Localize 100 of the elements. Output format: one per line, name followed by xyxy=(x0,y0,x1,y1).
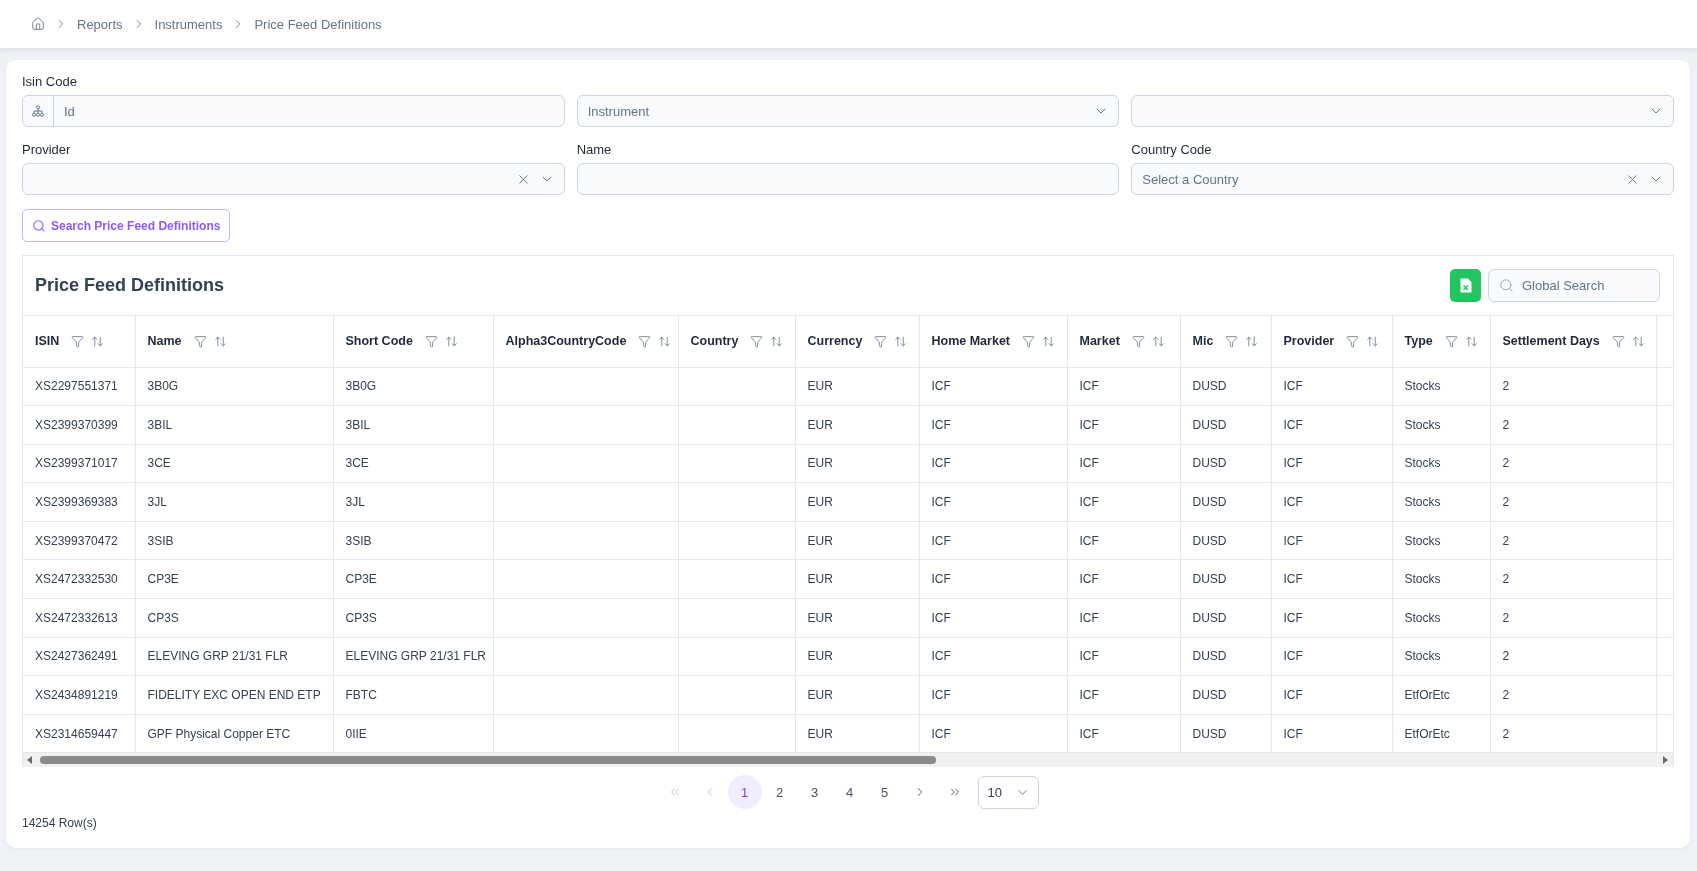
column-header[interactable]: ISIN xyxy=(35,334,60,349)
export-button[interactable] xyxy=(1450,269,1481,302)
column-header[interactable]: Market xyxy=(1079,334,1120,349)
table-cell: ICF xyxy=(1067,714,1180,753)
sort-icon[interactable] xyxy=(1151,334,1165,348)
page-button[interactable]: 5 xyxy=(867,775,902,810)
search-field[interactable]: Global Search xyxy=(1488,269,1660,302)
table-cell: EUR xyxy=(795,675,919,715)
search-icon xyxy=(1499,278,1514,293)
page-button[interactable]: 1 xyxy=(727,775,762,810)
column-header[interactable]: Alpha3CountryCode xyxy=(505,334,627,349)
select-field[interactable] xyxy=(22,163,565,195)
hierarchy-icon xyxy=(32,105,44,117)
sort-icon[interactable] xyxy=(91,334,105,348)
filter-icon[interactable] xyxy=(638,334,652,348)
filter-icon[interactable] xyxy=(874,334,888,348)
filter-icon[interactable] xyxy=(1611,334,1625,348)
file-icon xyxy=(1459,278,1472,293)
table-cell: EUR xyxy=(795,521,919,560)
input-field[interactable]: Id xyxy=(22,95,565,127)
table-cell: DUSD xyxy=(1180,521,1271,560)
column-header[interactable]: Currency xyxy=(807,334,863,349)
scroll-left-icon[interactable] xyxy=(27,756,32,765)
column-header[interactable]: Home Market xyxy=(931,334,1010,349)
sort-icon[interactable] xyxy=(658,334,672,348)
table-cell: EUR xyxy=(795,714,919,753)
page-button[interactable]: 2 xyxy=(762,775,797,810)
breadcrumb-link[interactable]: Instruments xyxy=(154,16,223,32)
select-field[interactable] xyxy=(1131,95,1674,127)
table-cell: ICF xyxy=(1067,482,1180,522)
table-cell: 3CE xyxy=(135,444,333,483)
table-cell: XS2399371017 xyxy=(23,444,135,483)
table-cell: DUSD xyxy=(1180,444,1271,483)
breadcrumb-link[interactable]: Price Feed Definitions xyxy=(254,16,382,32)
home-icon[interactable] xyxy=(31,17,45,31)
sort-icon[interactable] xyxy=(894,334,908,348)
horizontal-scrollbar[interactable] xyxy=(23,753,1673,768)
scroll-right-icon[interactable] xyxy=(1663,756,1668,765)
table-cell: XS2399370472 xyxy=(23,521,135,560)
table-cell: ICF xyxy=(1271,405,1392,445)
filter-icon[interactable] xyxy=(71,334,85,348)
sort-icon[interactable] xyxy=(1042,334,1055,348)
filter-icon[interactable] xyxy=(1346,334,1360,348)
table-cell: 0IIE xyxy=(333,714,493,753)
column-header[interactable]: Country xyxy=(690,334,739,349)
table-cell: EUR xyxy=(795,367,919,406)
column-header[interactable]: Type xyxy=(1404,334,1433,349)
column-header[interactable]: Name xyxy=(147,334,182,349)
sort-icon[interactable] xyxy=(1366,334,1380,348)
table-cell: Stocks xyxy=(1392,482,1490,522)
table-cell: DUSD xyxy=(1180,559,1271,599)
filter-icon[interactable] xyxy=(1022,334,1035,348)
table-cell: 3B0G xyxy=(333,367,493,406)
table-cell: 2 xyxy=(1490,675,1656,715)
sort-icon[interactable] xyxy=(213,334,227,348)
select-field[interactable]: Instrument xyxy=(576,95,1120,127)
select-field[interactable]: Select a Country xyxy=(1131,163,1674,195)
table-cell: CP3E xyxy=(333,559,493,599)
table-cell: ICF xyxy=(1271,444,1392,483)
filter-icon[interactable] xyxy=(193,334,207,348)
sort-icon[interactable] xyxy=(444,334,458,348)
breadcrumb-link[interactable]: Reports xyxy=(77,16,123,32)
page-button[interactable]: 3 xyxy=(797,775,832,810)
table-cell: EUR xyxy=(795,559,919,599)
filter-icon[interactable] xyxy=(1444,334,1458,348)
table-cell: CP3S xyxy=(135,598,333,638)
filter-icon[interactable] xyxy=(424,334,438,348)
table-cell: DUSD xyxy=(1180,482,1271,522)
table-cell: 2 xyxy=(1490,559,1656,599)
column-header[interactable]: Short Code xyxy=(345,334,413,349)
table-cell: EUR xyxy=(795,482,919,522)
filter-icon[interactable] xyxy=(750,334,764,348)
filter-icon[interactable] xyxy=(1225,334,1239,348)
table-cell: Stocks xyxy=(1392,598,1490,638)
sort-icon[interactable] xyxy=(770,334,784,348)
table-cell: ICF xyxy=(1271,367,1392,406)
table-cell: EUR xyxy=(795,598,919,638)
table-cell: ICF xyxy=(1271,675,1392,715)
page-size-select[interactable]: 10 xyxy=(977,775,1039,809)
table-cell: Stocks xyxy=(1392,405,1490,445)
table-cell: DUSD xyxy=(1180,637,1271,676)
column-header[interactable]: Settlement Days xyxy=(1502,334,1600,349)
table-cell: ICF xyxy=(1271,637,1392,676)
input-field[interactable] xyxy=(576,163,1120,195)
table-cell: ICF xyxy=(919,444,1067,483)
table-cell: CP3S xyxy=(333,598,493,638)
table-cell: ICF xyxy=(1067,637,1180,676)
sort-icon[interactable] xyxy=(1245,334,1259,348)
column-header[interactable]: Mic xyxy=(1192,334,1214,349)
table-cell: 2 xyxy=(1490,482,1656,522)
sort-icon[interactable] xyxy=(1464,334,1478,348)
table-cell: ICF xyxy=(1271,714,1392,753)
sort-icon[interactable] xyxy=(1631,334,1645,348)
column-header[interactable]: Provider xyxy=(1283,334,1335,349)
table-title: Price Feed Definitions xyxy=(35,275,226,296)
filter-icon[interactable] xyxy=(1131,334,1145,348)
scrollbar-thumb[interactable] xyxy=(40,756,936,765)
field-label: Name xyxy=(576,142,613,158)
search-button[interactable]: Search Price Feed Definitions xyxy=(22,209,231,242)
page-button[interactable]: 4 xyxy=(832,775,867,810)
